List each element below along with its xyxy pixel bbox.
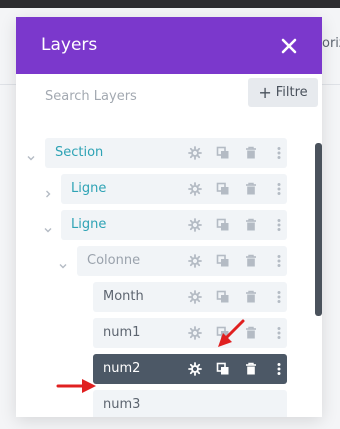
gear-icon[interactable] <box>187 289 203 305</box>
layer-row-ligne[interactable]: Ligne <box>61 210 287 240</box>
layer-label: num1 <box>103 325 141 340</box>
chevron-down-icon[interactable] <box>58 256 68 269</box>
background-clipped-text: oriz <box>322 36 340 51</box>
more-vertical-icon[interactable] <box>271 145 287 161</box>
duplicate-icon[interactable] <box>215 217 231 233</box>
row-actions <box>187 145 287 161</box>
more-vertical-icon[interactable] <box>271 289 287 305</box>
trash-icon[interactable] <box>243 361 259 377</box>
close-button[interactable] <box>278 35 300 57</box>
layer-label: Section <box>55 145 104 160</box>
layer-row-module[interactable]: num1 <box>93 318 287 348</box>
duplicate-icon[interactable] <box>215 289 231 305</box>
plus-icon: + <box>258 82 272 102</box>
close-icon <box>281 38 297 54</box>
duplicate-icon[interactable] <box>215 181 231 197</box>
layer-row-module[interactable]: Month <box>93 282 287 312</box>
trash-icon[interactable] <box>243 217 259 233</box>
modal-title: Layers <box>41 35 98 55</box>
more-vertical-icon[interactable] <box>271 181 287 197</box>
more-vertical-icon[interactable] <box>271 361 287 377</box>
annotation-arrow-icon <box>56 379 96 393</box>
layer-row-colonne[interactable]: Colonne <box>77 246 287 276</box>
trash-icon[interactable] <box>243 181 259 197</box>
layer-row-module-selected[interactable]: num2 <box>93 354 287 384</box>
trash-icon[interactable] <box>243 253 259 269</box>
trash-icon[interactable] <box>243 145 259 161</box>
layer-label: Ligne <box>71 217 107 232</box>
duplicate-icon[interactable] <box>215 361 231 377</box>
filter-button[interactable]: + Filtre <box>248 78 318 107</box>
layer-row-module[interactable]: num3 <box>93 390 287 417</box>
layer-row-ligne[interactable]: Ligne <box>61 174 287 204</box>
gear-icon[interactable] <box>187 217 203 233</box>
layer-row-section[interactable]: Section <box>45 138 287 168</box>
layers-tree: Section Ligne Ligne Colonne Month num1 n… <box>16 119 322 417</box>
layers-modal: Layers + Filtre Section <box>16 17 322 417</box>
chevron-down-icon[interactable] <box>26 148 36 161</box>
gear-icon[interactable] <box>187 145 203 161</box>
layer-label: num2 <box>103 361 141 376</box>
duplicate-icon[interactable] <box>215 253 231 269</box>
layer-label: Month <box>103 289 144 304</box>
search-row: + Filtre <box>16 74 322 119</box>
gear-icon[interactable] <box>187 253 203 269</box>
layer-label: Colonne <box>87 253 141 268</box>
more-vertical-icon[interactable] <box>271 325 287 341</box>
row-actions <box>187 181 287 197</box>
top-bar <box>0 0 340 8</box>
chevron-right-icon[interactable] <box>43 184 53 198</box>
chevron-down-icon[interactable] <box>43 220 53 233</box>
gear-icon[interactable] <box>187 361 203 377</box>
search-input[interactable] <box>30 81 250 111</box>
gear-icon[interactable] <box>187 325 203 341</box>
trash-icon[interactable] <box>243 289 259 305</box>
row-actions <box>187 253 287 269</box>
layer-label: Ligne <box>71 181 107 196</box>
more-vertical-icon[interactable] <box>271 217 287 233</box>
row-actions <box>187 217 287 233</box>
duplicate-icon[interactable] <box>215 145 231 161</box>
more-vertical-icon[interactable] <box>271 253 287 269</box>
annotation-arrow-icon <box>218 319 245 347</box>
row-actions <box>187 361 287 377</box>
modal-header: Layers <box>16 17 322 74</box>
row-actions <box>187 289 287 305</box>
gear-icon[interactable] <box>187 181 203 197</box>
filter-label: Filtre <box>275 85 308 100</box>
scrollbar[interactable] <box>315 143 322 316</box>
layer-label: num3 <box>103 397 141 412</box>
